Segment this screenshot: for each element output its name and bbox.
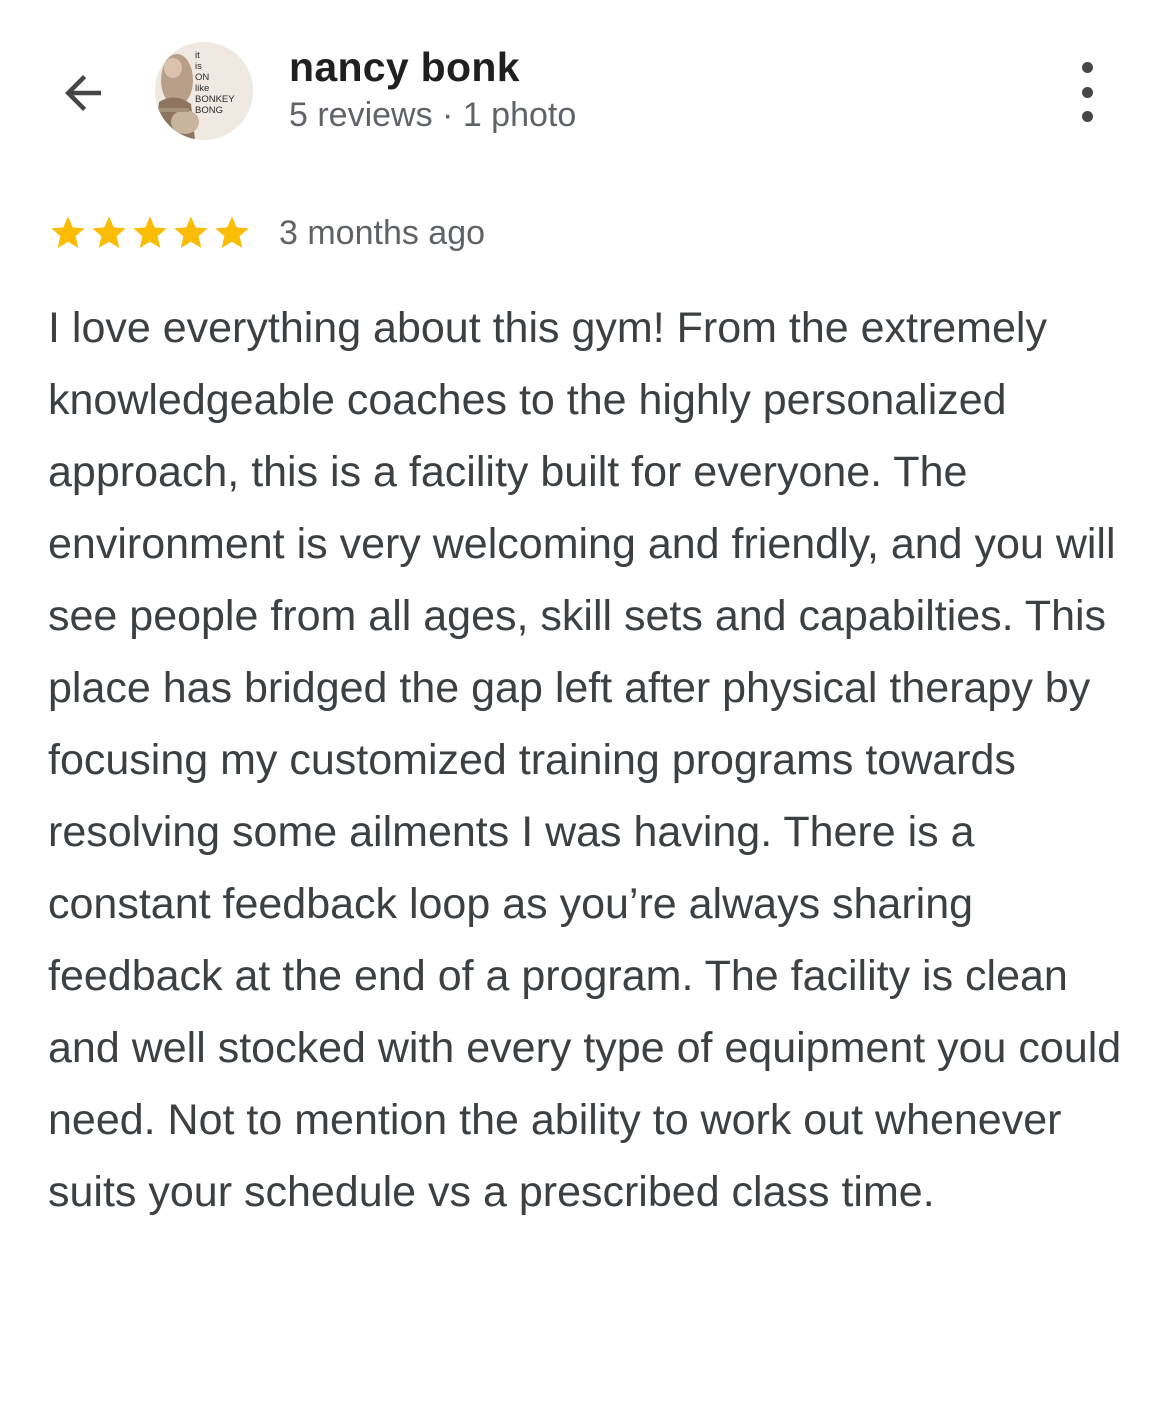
star-icon bbox=[174, 216, 208, 248]
review-time: 3 months ago bbox=[279, 213, 486, 252]
back-button[interactable] bbox=[50, 60, 116, 126]
avatar-caption-line: BONG bbox=[195, 105, 223, 116]
more-vert-icon bbox=[1081, 86, 1093, 98]
avatar-caption: it is ON like BONKEY BONG bbox=[195, 50, 235, 116]
avatar-caption-line: it bbox=[195, 50, 200, 61]
star-icon bbox=[51, 216, 85, 248]
star-rating bbox=[48, 213, 253, 253]
star-icon bbox=[92, 216, 126, 248]
avatar-caption-line: like bbox=[195, 83, 210, 94]
star-icon bbox=[215, 216, 249, 248]
star-icon bbox=[133, 216, 167, 248]
more-vert-icon bbox=[1081, 62, 1093, 73]
review-text: I love everything about this gym! From t… bbox=[48, 304, 1122, 1216]
avatar-caption-line: is bbox=[195, 61, 202, 72]
avatar-caption-line: ON bbox=[195, 72, 210, 83]
avatar-caption-line: BONKEY bbox=[195, 94, 235, 105]
rating-row: 3 months ago bbox=[48, 208, 485, 258]
arrow-left-icon bbox=[65, 75, 101, 111]
reviewer-header: it is ON like BONKEY BONG nancy bonk 5 r… bbox=[0, 0, 1170, 180]
reviewer-name[interactable]: nancy bonk bbox=[289, 44, 520, 91]
more-vert-icon bbox=[1081, 111, 1093, 122]
avatar[interactable]: it is ON like BONKEY BONG bbox=[155, 42, 253, 140]
reviewer-meta: 5 reviews · 1 photo bbox=[289, 96, 577, 134]
more-options-button[interactable] bbox=[1062, 62, 1112, 122]
